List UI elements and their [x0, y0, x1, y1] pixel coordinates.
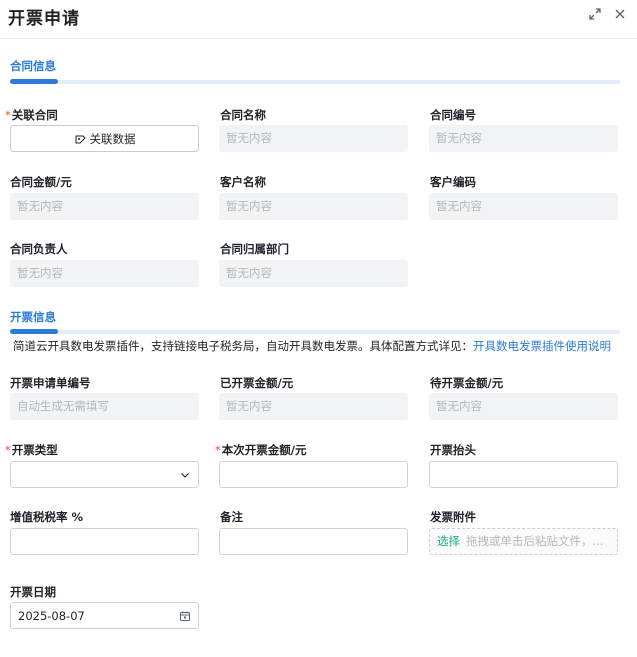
label-customer-code: 客户编码	[430, 175, 476, 189]
label-invoice-header: 开票抬头	[430, 443, 476, 457]
label-invoice-date: 开票日期	[10, 585, 56, 599]
plugin-notice-text: 简道云开具数电发票插件，支持链接电子税务局，自动开具数电发票。具体配置方式详见：	[13, 339, 473, 353]
label-customer-name: 客户名称	[220, 175, 266, 189]
related-data-button[interactable]: 关联数据	[10, 125, 199, 152]
chevron-down-icon	[181, 473, 189, 478]
attachment-select-link[interactable]: 选择	[437, 534, 460, 548]
invoice-type-select[interactable]	[10, 461, 199, 488]
remark-input[interactable]	[219, 528, 408, 555]
attachment-hint: 拖拽或单击后粘贴文件，...	[466, 534, 604, 548]
label-vat-rate: 增值税税率 %	[10, 510, 84, 524]
invoiced-amount-field: 暂无内容	[219, 393, 408, 420]
apply-no-field: 自动生成无需填写	[10, 393, 199, 420]
contract-owner-field: 暂无内容	[10, 260, 199, 287]
link-data-icon	[75, 135, 86, 143]
label-contract-amount: 合同金额/元	[10, 175, 72, 189]
invoice-header-input[interactable]	[429, 461, 618, 488]
label-current-amount: *本次开票金额/元	[215, 443, 307, 457]
invoice-date-value: 2025-08-07	[18, 609, 85, 623]
plugin-notice: 简道云开具数电发票插件，支持链接电子税务局，自动开具数电发票。具体配置方式详见：…	[13, 338, 611, 354]
section-divider-invoice	[10, 329, 620, 334]
section-title-invoice: 开票信息	[10, 310, 56, 324]
plugin-guide-link[interactable]: 开具数电发票插件使用说明	[473, 339, 611, 353]
dialog-title: 开票申请	[8, 9, 80, 29]
close-icon[interactable]	[612, 6, 628, 22]
related-data-button-label: 关联数据	[89, 131, 136, 146]
attachment-upload-area[interactable]: 选择 拖拽或单击后粘贴文件，...	[429, 528, 618, 555]
label-attachment: 发票附件	[430, 510, 476, 524]
vat-rate-input[interactable]	[10, 528, 199, 555]
contract-amount-field: 暂无内容	[10, 193, 199, 220]
label-contract-no: 合同编号	[430, 108, 476, 122]
calendar-icon	[180, 611, 190, 621]
label-contract-dept: 合同归属部门	[220, 242, 289, 256]
label-contract-owner: 合同负责人	[10, 242, 68, 256]
customer-name-field: 暂无内容	[219, 193, 408, 220]
current-amount-input[interactable]	[219, 461, 408, 488]
contract-no-field: 暂无内容	[429, 125, 618, 152]
label-invoiced-amount: 已开票金额/元	[220, 376, 294, 390]
label-remark: 备注	[220, 510, 243, 524]
contract-dept-field: 暂无内容	[219, 260, 408, 287]
section-divider-contract	[10, 79, 620, 84]
pending-amount-field: 暂无内容	[429, 393, 618, 420]
label-invoice-type: *开票类型	[5, 443, 58, 457]
customer-code-field: 暂无内容	[429, 193, 618, 220]
expand-icon[interactable]	[587, 6, 603, 22]
label-pending-amount: 待开票金额/元	[430, 376, 504, 390]
contract-name-field: 暂无内容	[219, 125, 408, 152]
section-title-contract: 合同信息	[10, 59, 56, 73]
label-contract-name: 合同名称	[220, 108, 266, 122]
label-related-contract: *关联合同	[5, 108, 58, 122]
dialog-header: 开票申请	[0, 0, 637, 39]
invoice-date-picker[interactable]: 2025-08-07	[10, 602, 199, 629]
label-apply-no: 开票申请单编号	[10, 376, 91, 390]
